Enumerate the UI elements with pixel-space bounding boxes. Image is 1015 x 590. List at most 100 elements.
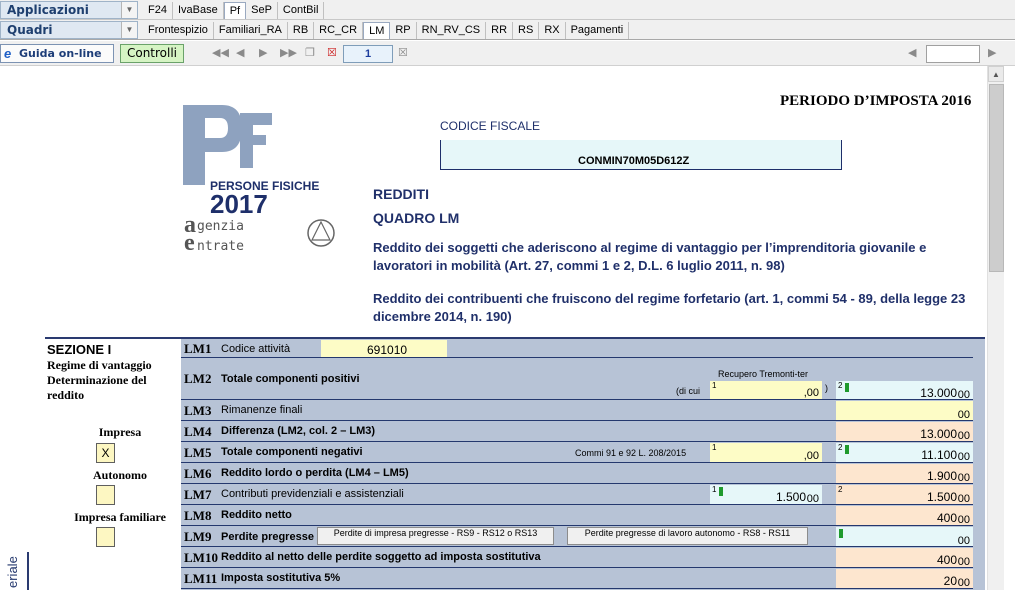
row-code: LM3 (184, 403, 212, 418)
impresa-familiare-checkbox[interactable] (96, 527, 115, 547)
green-marker-icon (839, 529, 843, 538)
scroll-left-icon[interactable]: ◀ (908, 46, 916, 59)
vertical-scrollbar[interactable]: ▲ (987, 66, 1004, 590)
perdite-lavoro-autonomo-button[interactable]: Perdite pregresse di lavoro autonomo - R… (567, 527, 808, 545)
lm7-col2-field: 2 1.500 00 (836, 485, 973, 505)
lm5-decimals: 00 (957, 451, 970, 463)
row-label: Totale componenti positivi (221, 373, 360, 385)
last-page-icon[interactable]: ▶▶ (280, 46, 297, 59)
delete-page-icon[interactable]: ☒ (327, 46, 337, 59)
next-page-icon[interactable]: ▶ (259, 46, 267, 59)
tab-rb[interactable]: RB (288, 22, 315, 39)
scrollbar-thumb[interactable] (989, 84, 1004, 272)
scroll-right-icon[interactable]: ▶ (988, 46, 996, 59)
logo-year: 2017 (210, 189, 268, 219)
section-title: SEZIONE I (47, 342, 112, 357)
applicazioni-tabs: F24 IvaBase Pf SeP ContBil (143, 2, 325, 19)
applicazioni-dropdown[interactable]: Applicazioni ▼ (0, 1, 138, 19)
codice-fiscale-field[interactable]: CONMIN70M05D612Z (440, 140, 842, 170)
lm5-col2-field[interactable]: 2 11.100 00 (836, 443, 973, 463)
lm4-decimals: 00 (957, 430, 970, 442)
tab-rx[interactable]: RX (539, 22, 566, 39)
tab-familiari-ra[interactable]: Familiari_RA (214, 22, 288, 39)
pf-logo: PERSONE FISICHE 2017 a genzia e ntrate (180, 100, 340, 260)
lm8-decimals: 00 (957, 514, 970, 526)
lm4-value: 13.000 (920, 427, 957, 441)
lm11-value: 20 (943, 574, 957, 588)
quadri-label: Quadri (7, 23, 53, 37)
search-field[interactable] (926, 45, 980, 63)
lm9-field[interactable]: 00 (836, 527, 973, 547)
side-label-text: eriale (5, 556, 20, 588)
tremonti-field[interactable]: 1 ,00 (710, 381, 822, 399)
col-index: 2 (838, 443, 843, 452)
tab-pf[interactable]: Pf (223, 2, 247, 19)
tab-contbil[interactable]: ContBil (278, 2, 325, 19)
row-label: Reddito al netto delle perdite soggetto … (221, 551, 541, 563)
first-page-icon[interactable]: ◀◀ (212, 46, 229, 59)
col-index: 2 (838, 381, 843, 390)
clear-icon[interactable]: ☒ (398, 46, 408, 59)
copy-page-icon[interactable]: ❐ (305, 46, 315, 59)
lm6-value: 1.900 (926, 469, 957, 483)
guida-label: Guida on-line (19, 47, 102, 60)
codice-attivita-field[interactable]: 691010 (321, 340, 447, 357)
commi-field[interactable]: 1 ,00 (710, 443, 822, 462)
tab-sep[interactable]: SeP (246, 2, 278, 19)
impresa-familiare-label: Impresa familiare (74, 510, 166, 524)
lm3-field[interactable]: 00 (836, 401, 973, 421)
commi-caption: Commi 91 e 92 L. 208/2015 (575, 448, 687, 458)
row-code: LM9 (184, 529, 212, 544)
row-lm5: LM5 Totale componenti negativi Commi 91 … (181, 442, 973, 463)
lm6-decimals: 00 (957, 472, 970, 484)
row-label: Rimanenze finali (221, 404, 303, 416)
row-label: Reddito netto (221, 509, 292, 521)
lm11-decimals: 00 (957, 577, 970, 589)
row-lm10: LM10 Reddito al netto delle perdite sogg… (181, 547, 973, 568)
guida-online-button[interactable]: e Guida on-line (0, 44, 114, 63)
row-lm8: LM8 Reddito netto 400 00 (181, 505, 973, 526)
tab-pagamenti[interactable]: Pagamenti (566, 22, 630, 39)
row-code: LM4 (184, 424, 212, 439)
tab-ivabase[interactable]: IvaBase (173, 2, 224, 19)
chevron-down-icon[interactable]: ▼ (121, 2, 137, 18)
scroll-up-icon[interactable]: ▲ (988, 66, 1004, 82)
tab-rn-rv-cs[interactable]: RN_RV_CS (417, 22, 487, 39)
controlli-button[interactable]: Controlli (120, 44, 184, 63)
tab-rp[interactable]: RP (390, 22, 417, 39)
page-number-field[interactable]: 1 (343, 45, 393, 63)
row-label: Reddito lordo o perdita (LM4 – LM5) (221, 467, 409, 479)
row-code: LM5 (184, 445, 212, 460)
lm7-col1-decimals: 00 (806, 493, 819, 505)
section-subtitle: Regime di vantaggio Determinazione del r… (47, 358, 152, 402)
lm2-col2-field[interactable]: 2 13.000 00 (836, 381, 973, 401)
close-paren: ) (825, 383, 828, 393)
col-index: 1 (712, 443, 717, 452)
quadri-dropdown[interactable]: Quadri ▼ (0, 21, 138, 39)
lm10-value: 400 (936, 553, 957, 567)
impresa-label: Impresa (98, 425, 142, 439)
logo-entrate: ntrate (197, 239, 244, 254)
tremonti-caption: Recupero Tremonti-ter (718, 369, 809, 379)
redditi-title: REDDITI (373, 186, 429, 202)
periodo-imposta: PERIODO D’IMPOSTA 2016 (780, 93, 972, 109)
quadri-tabs: Frontespizio Familiari_RA RB RC_CR LM RP… (143, 22, 630, 39)
lm7-col1-value: 1.500 (775, 490, 806, 504)
lm7-col2-value: 1.500 (926, 490, 957, 504)
green-marker-icon (845, 445, 849, 454)
autonomo-checkbox[interactable] (96, 485, 115, 505)
tab-frontespizio[interactable]: Frontespizio (143, 22, 214, 39)
tab-rr[interactable]: RR (486, 22, 514, 39)
prev-page-icon[interactable]: ◀ (236, 46, 244, 59)
tab-rc-cr[interactable]: RC_CR (314, 22, 364, 39)
row-lm1: LM1 Codice attività 691010 (181, 339, 973, 358)
chevron-down-icon[interactable]: ▼ (121, 22, 137, 38)
lm7-col1-field[interactable]: 1 1.500 00 (710, 485, 822, 505)
impresa-checkbox[interactable]: X (96, 443, 115, 463)
tab-f24[interactable]: F24 (143, 2, 173, 19)
tab-rs[interactable]: RS (513, 22, 540, 39)
tab-lm[interactable]: LM (363, 22, 391, 39)
lm10-decimals: 00 (957, 556, 970, 568)
perdite-impresa-button[interactable]: Perdite di impresa pregresse - RS9 - RS1… (317, 527, 554, 545)
row-label: Differenza (LM2, col. 2 – LM3) (221, 425, 376, 437)
